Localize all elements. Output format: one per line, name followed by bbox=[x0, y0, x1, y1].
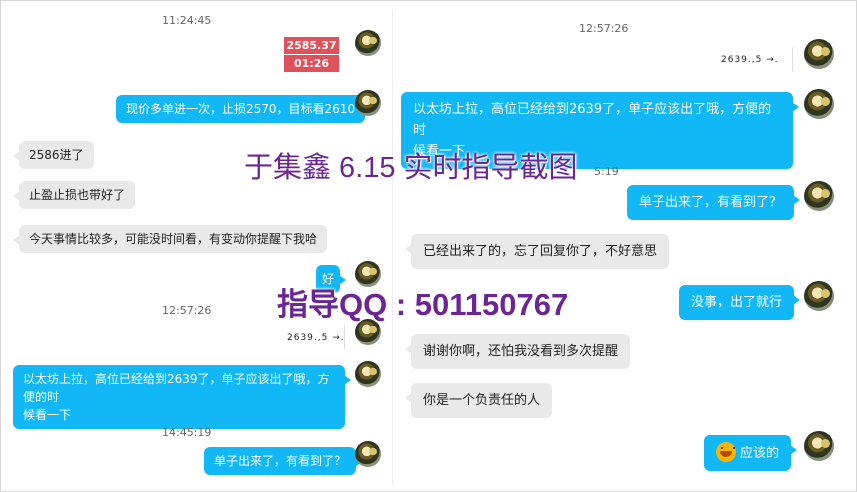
user-avatar[interactable] bbox=[804, 431, 834, 461]
incoming-message[interactable]: 止盈止损也带好了 bbox=[12, 181, 136, 209]
outgoing-message[interactable]: 单子出来了，有看到了？ bbox=[204, 447, 363, 475]
panel-divider bbox=[392, 9, 393, 485]
user-avatar[interactable] bbox=[355, 30, 381, 56]
timestamp: 14:45:19 bbox=[162, 426, 212, 439]
message-line: 以太坊上拉，高位已经给到2639了，单子应该出了哦，方便的时 bbox=[413, 102, 772, 138]
incoming-message[interactable]: 今天事情比较多，可能没时间看，有变动你提醒下我哈 bbox=[12, 225, 328, 253]
incoming-message[interactable]: 谢谢你啊，还怕我没看到多次提醒 bbox=[404, 334, 631, 369]
timestamp: 12:57:26 bbox=[162, 304, 212, 317]
watermark-title: 于集鑫 6.15 实时指导截图 bbox=[244, 152, 578, 184]
message-text: 应该的 bbox=[740, 446, 780, 461]
grin-emoji-icon bbox=[716, 442, 736, 462]
price-card-text: 2639.,5 →. bbox=[287, 333, 345, 343]
user-avatar[interactable] bbox=[804, 181, 834, 211]
price-card[interactable]: 2639.,5 →. bbox=[711, 45, 793, 73]
incoming-message[interactable]: 你是一个负责任的人 bbox=[404, 383, 553, 418]
user-avatar[interactable] bbox=[355, 90, 381, 116]
stock-price-badge: 2585.37 bbox=[284, 37, 339, 54]
outgoing-message[interactable]: 没事，出了就行 bbox=[679, 285, 801, 320]
price-card-text: 2639.,5 →. bbox=[721, 55, 779, 65]
price-card[interactable]: 2639.,5 →. bbox=[277, 323, 345, 351]
message-line: 以太坊上拉，高位已经给到2639了，单子应该出了哦，方便的时 bbox=[23, 372, 330, 404]
user-avatar[interactable] bbox=[355, 441, 381, 467]
chat-screenshot-frame: 11:24:45 2585.37 01:26 现价多单进一次，止损2570，目标… bbox=[0, 0, 857, 492]
incoming-message[interactable]: 2586进了 bbox=[13, 141, 94, 169]
user-avatar[interactable] bbox=[804, 281, 834, 311]
user-avatar[interactable] bbox=[804, 89, 834, 119]
outgoing-message[interactable]: 单子出来了，有看到了？ bbox=[627, 185, 801, 220]
user-avatar[interactable] bbox=[355, 361, 381, 387]
outgoing-message[interactable]: 以太坊上拉，高位已经给到2639了，单子应该出了哦，方便的时 候看一下 bbox=[13, 365, 351, 429]
user-avatar[interactable] bbox=[804, 39, 834, 69]
incoming-message[interactable]: 已经出来了的，忘了回复你了，不好意思 bbox=[404, 234, 670, 269]
outgoing-message[interactable]: 现价多单进一次，止损2570，目标看2610 bbox=[116, 95, 372, 123]
timestamp: 5:19 bbox=[594, 165, 619, 178]
timestamp: 11:24:45 bbox=[162, 14, 212, 27]
outgoing-message[interactable]: 应该的 bbox=[704, 435, 798, 471]
timestamp: 12:57:26 bbox=[579, 22, 629, 35]
message-line: 候看一下 bbox=[23, 408, 72, 422]
stock-time-badge: 01:26 bbox=[284, 55, 339, 72]
watermark-qq: 指导QQ : 501150767 bbox=[277, 287, 569, 322]
